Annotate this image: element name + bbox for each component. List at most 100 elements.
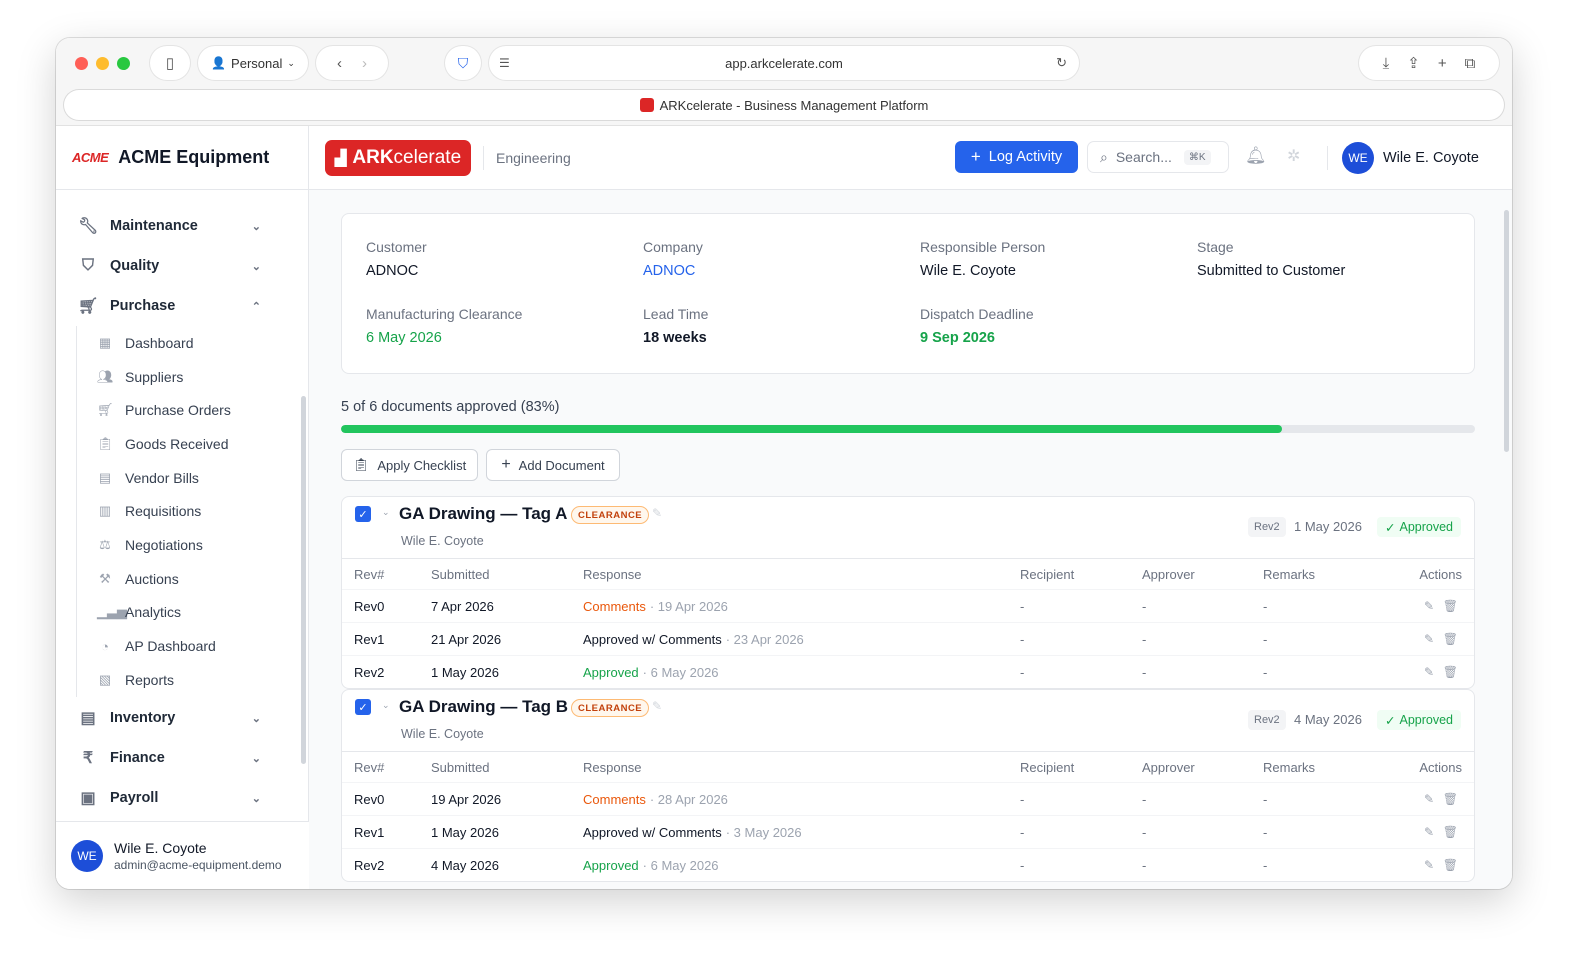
add-document-button[interactable]: + Add Document <box>486 449 620 481</box>
dispatch-field: Dispatch Deadline 9 Sep 2026 <box>920 306 1034 346</box>
sidebar-group-maintenance[interactable]: 🔧︎ Maintenance ⌄ <box>56 208 309 244</box>
customer-value: ADNOC <box>366 263 419 279</box>
close-window-button[interactable] <box>75 57 88 70</box>
sidebar-item-requisitions[interactable]: ▥ Requisitions <box>77 494 276 528</box>
stage-field: Stage Submitted to Customer <box>1197 239 1345 279</box>
sidebar-group-label: Finance <box>110 750 165 766</box>
sidebar-group-inventory[interactable]: ▤ Inventory ⌄ <box>56 700 309 736</box>
arkcelerate-logo[interactable]: ▟ ARKcelerate <box>325 140 471 176</box>
table-row: Rev1 1 May 2026 Approved w/ Comments · 3 Ma… <box>342 815 1474 848</box>
delete-icon[interactable]: 🗑︎ <box>1443 590 1458 622</box>
document-date: 1 May 2026 <box>1294 519 1362 534</box>
edit-icon[interactable]: ✎ <box>1424 623 1434 655</box>
person-icon: 👤 <box>211 56 227 70</box>
sidebar-group-payroll[interactable]: ▣ Payroll ⌄ <box>56 780 309 816</box>
sidebar-item-vendor-bills[interactable]: ▤ Vendor Bills <box>77 461 276 495</box>
new-tab-icon[interactable]: + <box>1438 55 1447 72</box>
sidebar-toggle-button[interactable]: ▯ <box>150 46 190 80</box>
table-row: Rev2 4 May 2026 Approved · 6 May 2026 - - - ✎ 🗑︎ <box>342 848 1474 881</box>
remarks-cell: - <box>1263 631 1268 647</box>
revision-cell: Rev0 <box>354 598 385 614</box>
download-icon[interactable]: ⤓ <box>1383 55 1390 72</box>
building-icon: ▟ <box>334 150 347 167</box>
revision-cell: Rev2 <box>354 857 385 873</box>
responsible-value: Wile E. Coyote <box>920 263 1016 279</box>
edit-icon[interactable]: ✎ <box>1424 656 1434 688</box>
active-tab[interactable]: ARKcelerate - Business Management Platfo… <box>64 90 1504 120</box>
page-menu-icon[interactable]: ☰ <box>499 56 510 70</box>
zoom-window-button[interactable] <box>117 57 130 70</box>
company-link[interactable]: ADNOC <box>643 263 703 279</box>
warehouse-icon: ▤ <box>80 710 96 727</box>
chevron-down-icon[interactable]: ⌄ <box>382 507 390 518</box>
clipboard-check-icon: 📋︎ <box>352 457 370 472</box>
search-input[interactable]: ⌕ Search... ⌘K <box>1087 141 1229 173</box>
user-menu[interactable]: WE Wile E. Coyote <box>1342 142 1479 174</box>
tab-overview-icon[interactable]: ⧉ <box>1465 55 1476 72</box>
delete-icon[interactable]: 🗑︎ <box>1443 849 1458 881</box>
delete-icon[interactable]: 🗑︎ <box>1443 623 1458 655</box>
chevron-down-icon: ⌄ <box>251 792 261 805</box>
approver-cell: - <box>1142 857 1147 873</box>
document-title[interactable]: GA Drawing — Tag B <box>399 697 568 717</box>
document-card: ✓ ⌄ GA Drawing — Tag B CLEARANCE ✎ Wile E. Co… <box>341 689 1475 882</box>
sidebar-group-label: Payroll <box>110 790 159 806</box>
sidebar-item-ap-dashboard[interactable]: ◔ AP Dashboard <box>77 629 276 663</box>
main-scrollbar[interactable] <box>1504 210 1509 452</box>
sidebar-item-goods-received[interactable]: 📋︎ Goods Received <box>77 427 276 461</box>
bill-icon: ▤ <box>98 469 112 485</box>
edit-title-icon[interactable]: ✎ <box>652 506 662 520</box>
chevron-down-icon[interactable]: ⌄ <box>382 700 390 711</box>
bell-icon[interactable]: 🔔︎ <box>1245 146 1267 166</box>
sidebar-scrollbar[interactable] <box>301 396 306 764</box>
current-revision-badge: Rev2 <box>1248 517 1286 537</box>
document-checkbox[interactable]: ✓ <box>355 506 371 522</box>
sidebar-item-suppliers[interactable]: 👥︎ Suppliers <box>77 360 276 394</box>
browser-toolbar: ▯ 👤 Personal ⌄ ‹ › ⛉ ☰ app.arkcelerate.c… <box>56 38 1512 126</box>
document-checkbox[interactable]: ✓ <box>355 699 371 715</box>
table-row: Rev1 21 Apr 2026 Approved w/ Comments · 23 … <box>342 622 1474 655</box>
log-activity-button[interactable]: + Log Activity <box>955 141 1078 173</box>
reload-icon[interactable]: ↻ <box>1056 55 1067 71</box>
sidebar-item-auctions[interactable]: ⚒︎ Auctions <box>77 562 276 596</box>
brand[interactable]: ACME ACME Equipment <box>56 126 308 190</box>
recipient-cell: - <box>1020 664 1025 680</box>
password-manager-button[interactable]: ⛉ <box>445 46 481 80</box>
grid-icon: ▦ <box>98 334 112 350</box>
submitted-cell: 7 Apr 2026 <box>431 598 494 614</box>
share-icon[interactable]: ⇪ <box>1407 54 1420 72</box>
address-bar[interactable]: ☰ app.arkcelerate.com ↻ <box>489 46 1079 80</box>
sidebar-group-purchase[interactable]: 🛒︎ Purchase ⌃ <box>56 288 309 324</box>
sidebar-group-finance[interactable]: ₹ Finance ⌄ <box>56 740 309 776</box>
document-icon: ▥ <box>98 503 112 519</box>
check-icon: ✓ <box>1385 713 1396 728</box>
sidebar-item-negotiations[interactable]: ⚖︎ Negotiations <box>77 528 276 562</box>
chevron-down-icon: ⌄ <box>251 260 261 273</box>
edit-icon[interactable]: ✎ <box>1424 816 1434 848</box>
sidebar-item-dashboard[interactable]: ▦ Dashboard <box>77 326 276 360</box>
edit-icon[interactable]: ✎ <box>1424 849 1434 881</box>
sidebar-item-reports[interactable]: ▧ Reports <box>77 663 276 697</box>
bug-icon[interactable]: ✲ <box>1287 146 1300 166</box>
forward-button[interactable]: › <box>362 55 367 72</box>
edit-icon[interactable]: ✎ <box>1424 590 1434 622</box>
back-button[interactable]: ‹ <box>337 55 342 72</box>
avatar: WE <box>71 839 103 872</box>
delete-icon[interactable]: 🗑︎ <box>1443 783 1458 815</box>
column-header-rev: Rev# <box>354 566 385 582</box>
sidebar-item-purchase-orders[interactable]: 🛒︎ Purchase Orders <box>77 393 276 427</box>
response-status: Comments <box>583 791 646 807</box>
profile-switcher[interactable]: 👤 Personal ⌄ <box>198 46 308 80</box>
edit-title-icon[interactable]: ✎ <box>652 699 662 713</box>
header-divider <box>483 146 484 170</box>
apply-checklist-button[interactable]: 📋︎ Apply Checklist <box>341 449 478 481</box>
delete-icon[interactable]: 🗑︎ <box>1443 656 1458 688</box>
minimize-window-button[interactable] <box>96 57 109 70</box>
document-title[interactable]: GA Drawing — Tag A <box>399 504 567 524</box>
sidebar-user[interactable]: WE Wile E. Coyote admin@acme-equipment.d… <box>56 821 309 889</box>
sidebar-group-label: Quality <box>110 258 160 274</box>
edit-icon[interactable]: ✎ <box>1424 783 1434 815</box>
sidebar-group-quality[interactable]: ⛉ Quality ⌄ <box>56 248 309 284</box>
delete-icon[interactable]: 🗑︎ <box>1443 816 1458 848</box>
sidebar-item-analytics[interactable]: ▁▃▅ Analytics <box>77 596 276 630</box>
